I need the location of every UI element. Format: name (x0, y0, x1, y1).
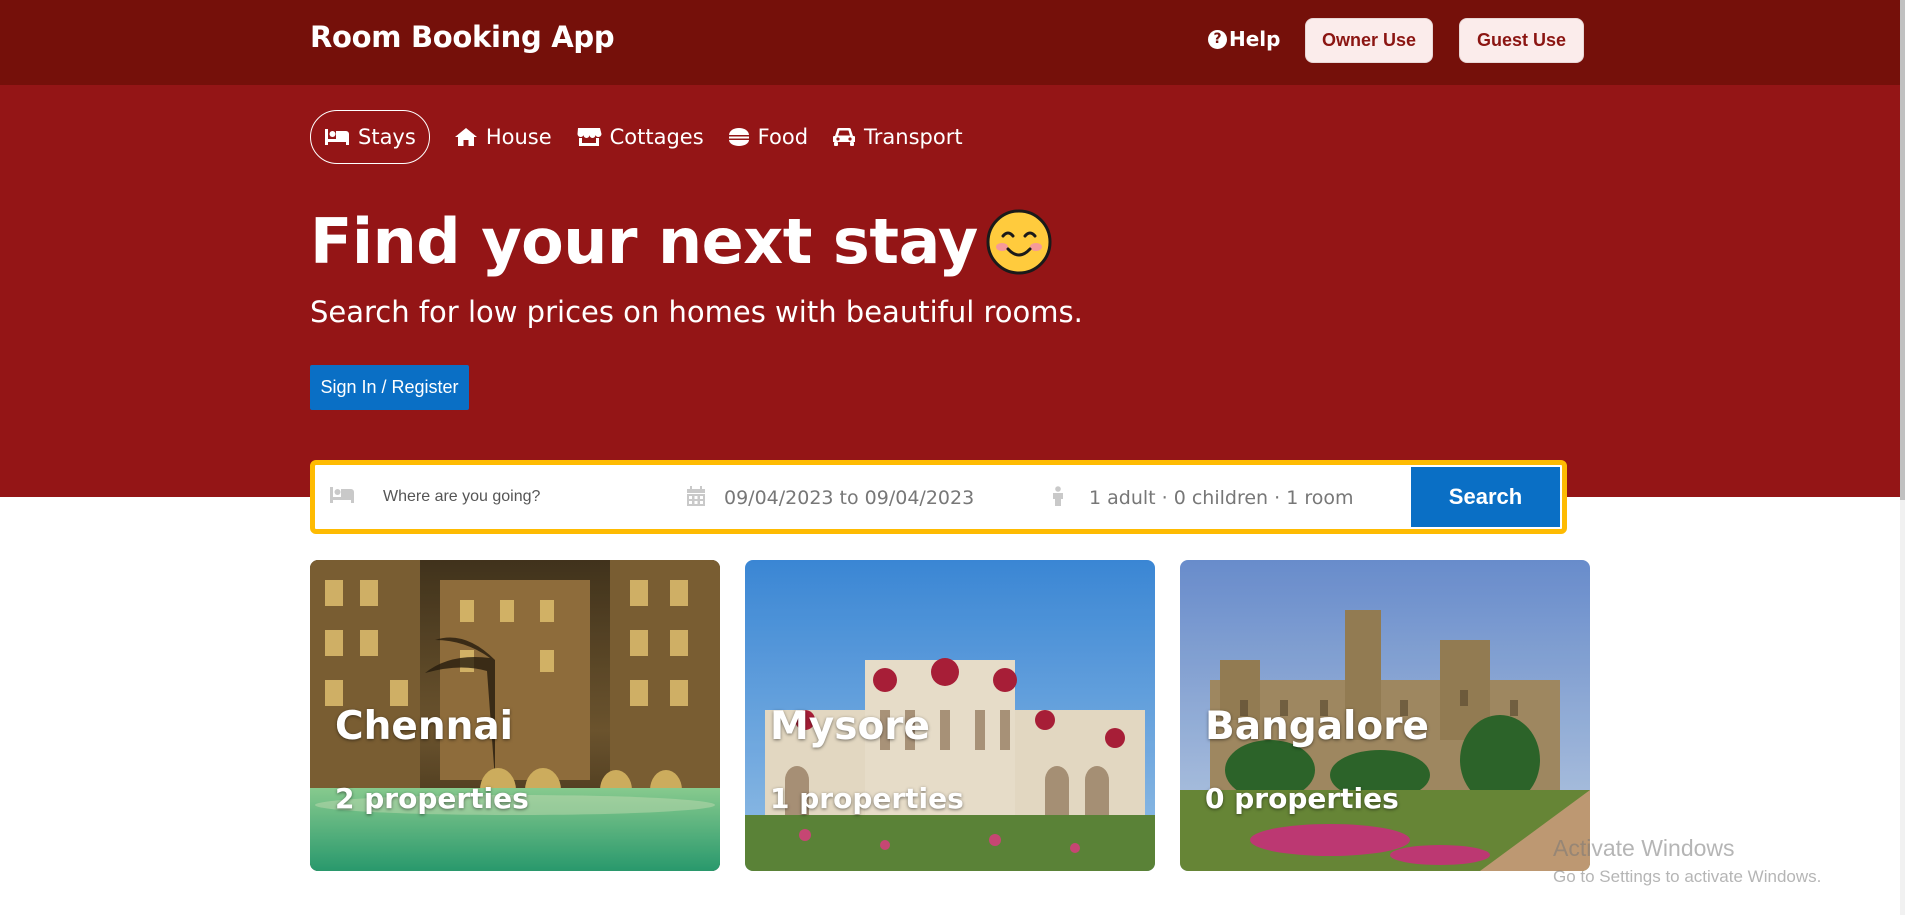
tab-stays[interactable]: Stays (310, 110, 430, 164)
headline-text: Find your next stay (310, 205, 978, 278)
city-name: Mysore (770, 704, 930, 749)
tab-label: Stays (358, 125, 416, 149)
hero-subtitle: Search for low prices on homes with beau… (310, 295, 1083, 329)
scrollbar-thumb[interactable] (1900, 0, 1905, 500)
destination-field[interactable] (315, 465, 687, 529)
city-card-mysore[interactable]: Mysore 1 properties (745, 560, 1155, 871)
city-property-count: 0 properties (1205, 782, 1399, 815)
category-tabs: Stays House Cottages Food Transport (310, 110, 975, 164)
tab-food[interactable]: Food (716, 110, 820, 164)
hero-section: Stays House Cottages Food Transport Find… (0, 85, 1900, 497)
tab-cottages[interactable]: Cottages (564, 110, 716, 164)
tab-label: Cottages (609, 125, 704, 149)
bed-icon (325, 129, 349, 145)
store-icon (577, 128, 602, 146)
person-icon (1053, 486, 1063, 506)
bed-icon (330, 487, 354, 503)
calendar-icon (687, 486, 705, 506)
destination-input[interactable] (383, 483, 673, 511)
tab-label: Food (757, 125, 809, 149)
smiling-face-emoji-icon (986, 209, 1052, 274)
owner-use-button[interactable]: Owner Use (1305, 18, 1433, 63)
tab-label: House (485, 125, 552, 149)
city-card-chennai[interactable]: Chennai 2 properties (310, 560, 720, 871)
tab-house[interactable]: House (442, 110, 564, 164)
tab-transport[interactable]: Transport (820, 110, 975, 164)
date-range-value: 09/04/2023 to 09/04/2023 (724, 487, 975, 509)
city-property-count: 2 properties (335, 782, 529, 815)
help-label: Help (1229, 27, 1281, 51)
food-bowl-icon (728, 128, 749, 146)
tab-label: Transport (864, 125, 963, 149)
page-scrollbar[interactable] (1900, 0, 1905, 915)
activate-windows-hint: Go to Settings to activate Windows. (1553, 867, 1822, 886)
guests-field[interactable]: 1 adult · 0 children · 1 room (1052, 465, 1437, 529)
date-range-field[interactable]: 09/04/2023 to 09/04/2023 (687, 465, 1052, 529)
house-icon (454, 128, 477, 146)
top-navbar: Room Booking App ? Help Owner Use Guest … (0, 0, 1900, 85)
activate-windows-watermark: Activate Windows (1553, 835, 1735, 861)
help-link[interactable]: ? Help (1208, 27, 1280, 51)
brand-logo[interactable]: Room Booking App (310, 20, 615, 54)
search-bar: 09/04/2023 to 09/04/2023 1 adult · 0 chi… (310, 460, 1567, 534)
page: Room Booking App ? Help Owner Use Guest … (0, 0, 1905, 915)
sign-in-register-button[interactable]: Sign In / Register (310, 365, 469, 410)
guests-value: 1 adult · 0 children · 1 room (1089, 487, 1354, 509)
search-button[interactable]: Search (1411, 467, 1560, 527)
question-circle-icon: ? (1208, 29, 1227, 49)
page-title: Find your next stay (310, 205, 1052, 278)
guest-use-button[interactable]: Guest Use (1459, 18, 1584, 63)
city-name: Bangalore (1205, 704, 1429, 749)
city-name: Chennai (335, 704, 514, 749)
car-icon (833, 128, 856, 146)
city-property-count: 1 properties (770, 782, 964, 815)
city-card-bangalore[interactable]: Bangalore 0 properties (1180, 560, 1590, 871)
